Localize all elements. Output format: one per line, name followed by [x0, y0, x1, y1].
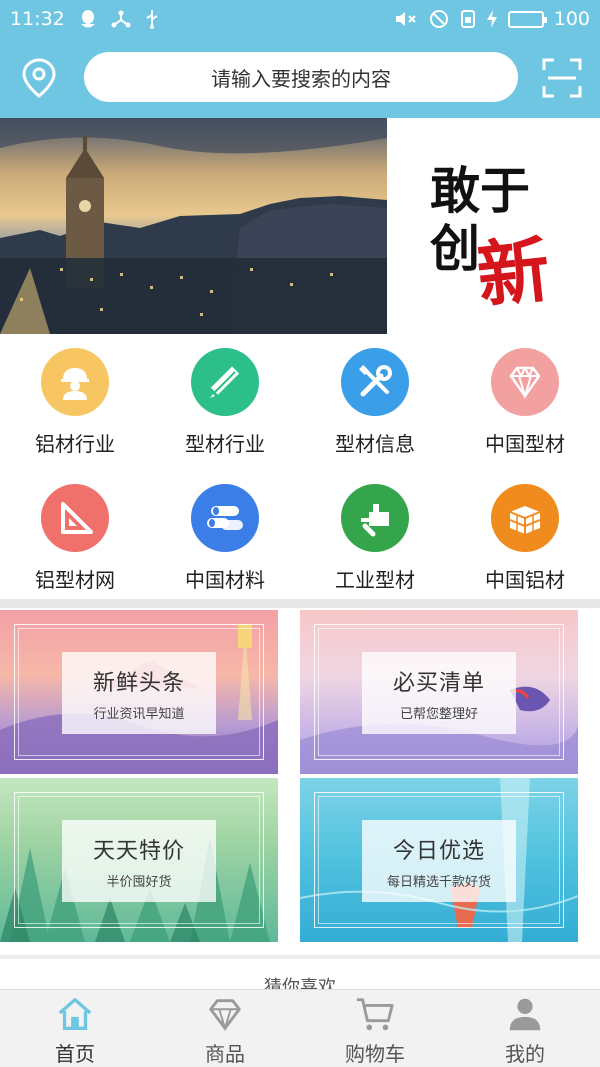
- tab-products[interactable]: 商品: [150, 990, 300, 1067]
- scan-icon: [542, 58, 582, 98]
- banner-carousel[interactable]: 敢于 创 新: [0, 118, 600, 334]
- home-icon: [58, 998, 92, 1030]
- bricks-icon: [491, 484, 559, 552]
- pipes-icon: [191, 484, 259, 552]
- tools-icon: [341, 348, 409, 416]
- promo-card: 天天特价 半价囤好货: [62, 820, 216, 902]
- promo-subtitle: 行业资讯早知道: [93, 706, 185, 722]
- category-china-materials[interactable]: 中国材料: [150, 470, 300, 600]
- category-label: 中国型材: [485, 432, 565, 456]
- category-label: 工业型材: [335, 568, 415, 592]
- svg-text:敢于: 敢于: [430, 161, 530, 220]
- drill-icon: [341, 484, 409, 552]
- svg-text:创: 创: [430, 219, 480, 278]
- charging-icon: [486, 9, 498, 29]
- battery-icon: [507, 10, 547, 28]
- ruler-pencil-icon: [191, 348, 259, 416]
- qq-icon: [79, 9, 97, 29]
- tab-label: 首页: [55, 1042, 95, 1066]
- person-icon: [509, 998, 541, 1031]
- cart-icon: [356, 998, 394, 1031]
- banner-slogan: 敢于 创 新: [430, 161, 554, 318]
- guess-you-like-header: 猜你喜欢: [0, 955, 600, 989]
- search-placeholder: 请输入要搜索的内容: [211, 66, 391, 91]
- tab-profile[interactable]: 我的: [450, 990, 600, 1067]
- promo-title: 今日优选: [392, 838, 485, 864]
- worker-icon: [41, 348, 109, 416]
- battery-level: 100: [553, 8, 590, 30]
- tab-home[interactable]: 首页: [0, 990, 150, 1067]
- promo-must-buy[interactable]: 必买清单 已帮您整理好: [300, 610, 578, 774]
- diamond-outline-icon: [209, 999, 241, 1032]
- category-china-aluminum[interactable]: 中国铝材: [450, 470, 600, 600]
- scan-button[interactable]: [540, 56, 584, 100]
- category-china-profile[interactable]: 中国型材: [450, 334, 600, 464]
- mute-icon: [394, 9, 418, 29]
- category-label: 中国铝材: [485, 568, 565, 592]
- sim-icon: [460, 9, 476, 29]
- share-network-icon: [111, 9, 131, 29]
- category-label: 铝材行业: [35, 432, 115, 456]
- category-label: 铝型材网: [35, 568, 115, 592]
- category-grid: 铝材行业 型材行业 型材信息 中国型材 铝型材网 中国材料 工业型材 中国铝材: [0, 334, 600, 599]
- promo-title: 天天特价: [92, 838, 185, 864]
- category-label: 型材行业: [185, 432, 265, 456]
- category-label: 型材信息: [335, 432, 415, 456]
- svg-text:新: 新: [473, 226, 554, 318]
- section-divider: [0, 599, 600, 608]
- triangle-ruler-icon: [41, 484, 109, 552]
- promo-card: 必买清单 已帮您整理好: [362, 652, 516, 734]
- status-bar: 11:32 100: [0, 0, 600, 38]
- location-pin-icon: [22, 58, 56, 98]
- promo-subtitle: 每日精选千款好货: [386, 874, 491, 890]
- promo-subtitle: 已帮您整理好: [399, 706, 478, 722]
- top-header: 请输入要搜索的内容: [0, 38, 600, 118]
- promo-today-picks[interactable]: 今日优选 每日精选千款好货: [300, 778, 578, 942]
- tab-label: 我的: [505, 1042, 545, 1066]
- tab-label: 购物车: [345, 1042, 405, 1066]
- usb-icon: [145, 9, 159, 29]
- promo-subtitle: 半价囤好货: [106, 874, 172, 890]
- category-label: 中国材料: [185, 568, 265, 592]
- guess-label: 猜你喜欢: [264, 977, 336, 989]
- diamond-icon: [491, 348, 559, 416]
- promo-card: 新鲜头条 行业资讯早知道: [62, 652, 216, 734]
- promo-fresh-headlines[interactable]: 新鲜头条 行业资讯早知道: [0, 610, 278, 774]
- promo-title: 必买清单: [392, 670, 485, 696]
- category-profile-industry[interactable]: 型材行业: [150, 334, 300, 464]
- search-input[interactable]: 请输入要搜索的内容: [84, 52, 518, 102]
- category-aluminum-industry[interactable]: 铝材行业: [0, 334, 150, 464]
- wifi-off-icon: [428, 9, 450, 29]
- promo-title: 新鲜头条: [92, 670, 185, 696]
- category-profile-info[interactable]: 型材信息: [300, 334, 450, 464]
- banner-city-image: [0, 118, 387, 334]
- promo-daily-deals[interactable]: 天天特价 半价囤好货: [0, 778, 278, 942]
- location-button[interactable]: [18, 56, 60, 100]
- tab-label: 商品: [205, 1042, 245, 1066]
- category-industrial-profile[interactable]: 工业型材: [300, 470, 450, 600]
- category-aluminum-profile-net[interactable]: 铝型材网: [0, 470, 150, 600]
- promo-card: 今日优选 每日精选千款好货: [362, 820, 516, 902]
- clock: 11:32: [10, 8, 65, 30]
- bottom-tab-bar: 首页 商品 购物车 我的: [0, 989, 600, 1067]
- tab-cart[interactable]: 购物车: [300, 990, 450, 1067]
